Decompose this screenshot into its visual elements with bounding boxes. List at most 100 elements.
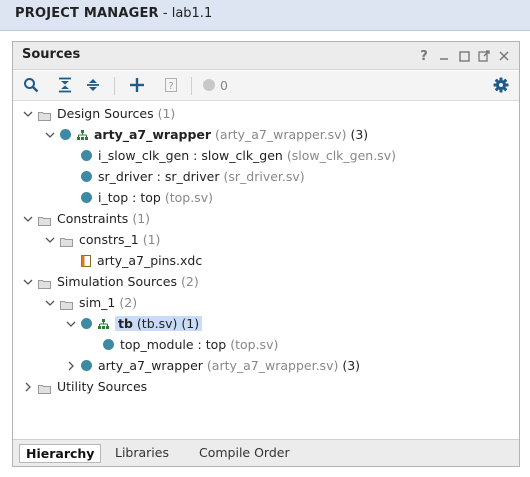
node-label: Utility Sources [57,379,148,394]
chevron-right-icon[interactable] [65,360,77,372]
sources-tree: Design Sources (1) arty_a7_wrapper (arty… [13,102,519,440]
selected-node[interactable]: tb (tb.sv) (1) [115,316,203,331]
minimize-button[interactable] [437,48,451,64]
chevron-down-icon[interactable] [22,276,34,288]
tree-row-utility-sources[interactable]: Utility Sources [13,376,519,397]
tab-libraries[interactable]: Libraries [109,444,175,463]
node-count: (3) [342,358,361,373]
chevron-down-icon[interactable] [44,129,56,141]
folder-icon [60,298,73,310]
project-manager-header: PROJECT MANAGER - lab1.1 [0,0,530,31]
header-title: PROJECT MANAGER [15,6,159,21]
message-count: 0 [220,78,228,93]
node-file: (top.sv) [230,337,279,352]
node-count: (1) [132,211,151,226]
tree-row-tb[interactable]: tb (tb.sv) (1) [13,313,519,334]
tree-row-xdc-file[interactable]: arty_a7_pins.xdc [13,250,519,271]
chevron-down-icon[interactable] [65,318,77,330]
add-sources-button[interactable] [127,76,147,96]
folder-icon [38,277,51,289]
gear-icon [493,77,509,96]
module-dot-icon [81,360,92,371]
maximize-button[interactable] [457,48,471,64]
expand-all-icon [86,77,100,96]
expand-all-button[interactable] [83,76,103,96]
tree-row-slow-clk-gen[interactable]: i_slow_clk_gen : slow_clk_gen (slow_clk_… [13,145,519,166]
module-dot-icon [81,150,92,161]
folder-icon [38,382,51,394]
node-file: (arty_a7_wrapper.sv) [206,358,339,373]
chevron-down-icon[interactable] [22,213,34,225]
search-icon [23,77,39,96]
tree-row-i-top[interactable]: i_top : top (top.sv) [13,187,519,208]
tree-row-constrs-1[interactable]: constrs_1 (1) [13,229,519,250]
tab-compile-order[interactable]: Compile Order [193,444,296,463]
node-count: (1) [181,316,200,331]
sources-toolbar: ? 0 [13,71,519,101]
sources-tabs: Hierarchy Libraries Compile Order [13,439,519,466]
node-count: (1) [157,106,176,121]
panel-title-bar: Sources ? [13,42,519,70]
node-file: (slow_clk_gen.sv) [286,148,396,163]
close-button[interactable] [497,48,511,64]
tab-hierarchy[interactable]: Hierarchy [19,444,102,463]
folder-icon [60,235,73,247]
source-properties-button[interactable]: ? [161,76,181,96]
module-dot-icon [103,339,114,350]
toolbar-separator [191,77,192,95]
node-label: arty_a7_wrapper [98,358,203,373]
node-label: tb [118,316,133,331]
chevron-down-icon[interactable] [44,297,56,309]
panel-title: Sources [22,47,81,62]
node-count: (2) [181,274,199,289]
node-file: (tb.sv) [136,316,178,331]
module-dot-icon [81,318,92,329]
plus-icon [129,77,145,96]
settings-button[interactable] [491,76,511,96]
node-label: arty_a7_wrapper [94,127,212,142]
xdc-file-icon [81,254,91,267]
tree-row-sim-1[interactable]: sim_1 (2) [13,292,519,313]
node-label: constrs_1 [79,232,139,247]
tree-row-arty-a7-wrapper[interactable]: arty_a7_wrapper (arty_a7_wrapper.sv) (3) [13,124,519,145]
window-controls: ? [417,47,511,65]
status-circle-icon [202,78,216,95]
collapse-all-button[interactable] [55,76,75,96]
module-dot-icon [81,171,92,182]
hierarchy-top-icon [98,318,109,329]
tree-row-constraints[interactable]: Constraints (1) [13,208,519,229]
folder-icon [38,214,51,226]
toolbar-separator [114,77,115,95]
tree-row-top-module[interactable]: top_module : top (top.sv) [13,334,519,355]
node-count: (3) [350,127,369,142]
float-button[interactable] [477,48,491,64]
search-button[interactable] [21,76,41,96]
module-dot-icon [81,192,92,203]
tree-row-sr-driver[interactable]: sr_driver : sr_driver (sr_driver.sv) [13,166,519,187]
hierarchy-top-icon [77,129,88,140]
node-label: top_module : top [120,337,227,352]
chevron-right-icon[interactable] [22,381,34,393]
chevron-down-icon[interactable] [44,234,56,246]
node-file: (top.sv) [164,190,213,205]
tree-row-design-sources[interactable]: Design Sources (1) [13,103,519,124]
node-label: sim_1 [79,295,116,310]
tree-row-simulation-sources[interactable]: Simulation Sources (2) [13,271,519,292]
node-file: (arty_a7_wrapper.sv) [215,127,347,142]
help-button[interactable]: ? [417,48,431,64]
node-count: (1) [142,232,161,247]
messages-indicator[interactable] [199,76,219,96]
node-label: arty_a7_pins.xdc [97,253,203,268]
node-label: i_top : top [98,190,161,205]
node-count: (2) [119,295,138,310]
folder-icon [38,109,51,121]
node-label: sr_driver : sr_driver [98,169,220,184]
collapse-all-icon [58,77,72,96]
node-label: i_slow_clk_gen : slow_clk_gen [98,148,283,163]
chevron-down-icon[interactable] [22,108,34,120]
question-document-icon: ? [164,77,178,96]
node-label: Simulation Sources [57,274,178,289]
node-file: (sr_driver.sv) [223,169,305,184]
tree-row-arty-a7-wrapper-sim[interactable]: arty_a7_wrapper (arty_a7_wrapper.sv) (3) [13,355,519,376]
node-label: Constraints [57,211,129,226]
